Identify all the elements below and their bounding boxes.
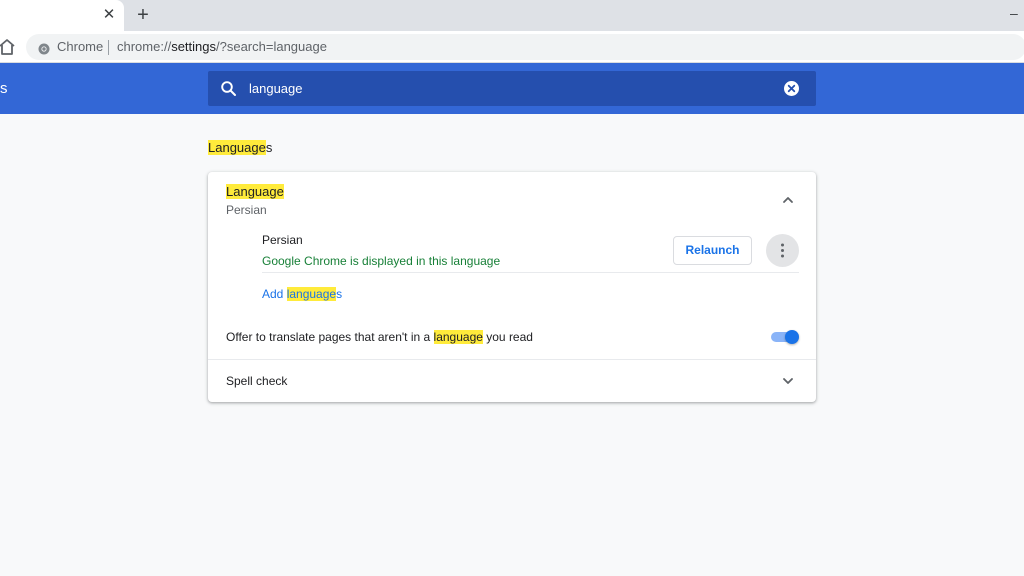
spell-check-label[interactable]: Spell check	[226, 373, 287, 389]
translate-label-after: you read	[482, 330, 533, 344]
search-icon	[220, 80, 237, 97]
home-icon[interactable]	[0, 37, 17, 57]
omnibox-separator	[108, 40, 109, 55]
clear-circle-icon[interactable]	[783, 80, 800, 97]
language-item-status: Google Chrome is displayed in this langu…	[262, 254, 501, 268]
add-link-prefix: Add	[262, 287, 287, 301]
toggle-knob	[785, 330, 799, 344]
browser-toolbar: Chrome chrome://settings/?search=languag…	[0, 31, 1024, 63]
translate-label-highlight: language	[433, 330, 483, 344]
url-host: settings	[171, 39, 216, 54]
header-title-fragment: s	[0, 80, 8, 97]
section-title-highlight: Language	[208, 140, 266, 155]
browser-tab[interactable]: ✕	[0, 0, 124, 31]
more-vert-icon	[781, 243, 784, 258]
section-title: Languages	[208, 140, 272, 156]
url-text[interactable]: chrome://settings/?search=language	[117, 39, 327, 55]
tab-strip: ✕ + –	[0, 0, 1024, 31]
new-tab-icon[interactable]: +	[133, 4, 153, 26]
settings-search-input[interactable]	[249, 71, 769, 106]
languages-card: Language Persian Persian Google Chrome i…	[208, 172, 816, 402]
chevron-down-icon[interactable]	[780, 373, 796, 389]
translate-offer-label: Offer to translate pages that aren't in …	[226, 329, 533, 345]
more-options-button[interactable]	[766, 234, 799, 267]
chrome-logo-icon[interactable]	[38, 42, 50, 55]
tab-close-icon[interactable]: ✕	[100, 6, 118, 24]
site-chip-label: Chrome	[57, 39, 104, 54]
url-scheme: chrome://	[117, 39, 172, 54]
settings-header: s	[0, 63, 1024, 114]
section-title-rest: s	[265, 140, 273, 155]
settings-search-box[interactable]	[208, 71, 816, 106]
language-label-highlight: Language	[226, 184, 284, 199]
language-item-name: Persian	[262, 233, 303, 247]
language-list-divider	[262, 272, 799, 273]
translate-label-before: Offer to translate pages that aren't in …	[226, 330, 434, 344]
language-row-label[interactable]: Language	[226, 184, 284, 200]
row-divider	[208, 359, 816, 360]
minimize-window-icon[interactable]: –	[1010, 4, 1024, 22]
translate-toggle[interactable]	[771, 330, 799, 344]
add-link-suffix: s	[336, 287, 343, 301]
add-link-highlight: language	[286, 287, 337, 301]
current-language: Persian	[226, 203, 267, 217]
relaunch-button[interactable]: Relaunch	[673, 236, 752, 265]
address-bar[interactable]: Chrome chrome://settings/?search=languag…	[26, 34, 1024, 60]
chevron-up-icon[interactable]	[780, 192, 796, 208]
add-languages-link[interactable]: Add languages	[262, 286, 342, 302]
url-path: /?search=language	[216, 39, 327, 54]
